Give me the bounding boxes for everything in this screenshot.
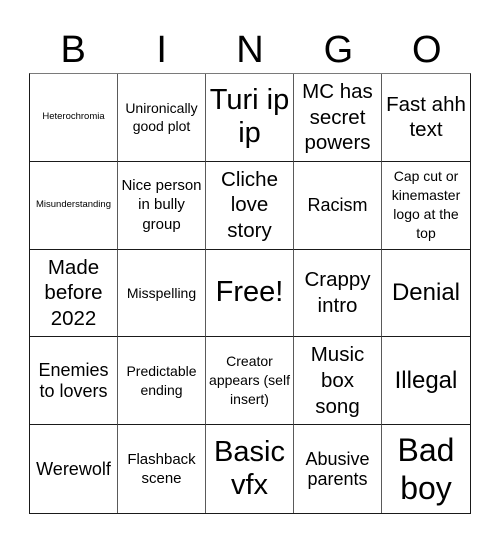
bingo-grid: Heterochromia Unironically good plot Tur… <box>29 73 471 514</box>
bingo-cell[interactable]: Creator appears (self insert) <box>206 337 294 426</box>
bingo-cell[interactable]: Racism <box>294 161 382 250</box>
bingo-cell[interactable]: Unironically good plot <box>118 74 206 162</box>
bingo-cell[interactable]: Abusive parents <box>294 425 382 513</box>
bingo-cell[interactable]: Flashback scene <box>118 425 206 513</box>
bingo-cell[interactable]: Misunderstanding <box>30 161 118 250</box>
bingo-cell[interactable]: Heterochromia <box>30 74 118 162</box>
bingo-cell[interactable]: Cliche love story <box>206 161 294 250</box>
bingo-cell[interactable]: Turi ip ip <box>206 74 294 162</box>
bingo-cell[interactable]: Music box song <box>294 337 382 426</box>
bingo-cell[interactable]: MC has secret powers <box>294 74 382 162</box>
bingo-cell[interactable]: Made before 2022 <box>30 249 118 338</box>
bingo-header: B I N G O <box>29 28 471 73</box>
header-letter-o: O <box>412 29 442 71</box>
header-letter-n: N <box>236 29 264 71</box>
bingo-cell[interactable]: Enemies to lovers <box>30 337 118 426</box>
header-letter-i: I <box>156 29 167 71</box>
bingo-cell[interactable]: Basic vfx <box>206 425 294 513</box>
free-space[interactable]: Free! <box>206 249 294 338</box>
bingo-cell[interactable]: Predictable ending <box>118 337 206 426</box>
bingo-cell[interactable]: Bad boy <box>382 425 470 513</box>
bingo-cell[interactable]: Nice person in bully group <box>118 161 206 250</box>
bingo-cell[interactable]: Fast ahh text <box>382 74 470 162</box>
bingo-cell[interactable]: Misspelling <box>118 249 206 338</box>
bingo-cell[interactable]: Crappy intro <box>294 249 382 338</box>
header-letter-b: B <box>60 29 86 71</box>
bingo-cell[interactable]: Cap cut or kinemaster logo at the top <box>382 162 470 250</box>
header-letter-g: G <box>323 29 354 71</box>
bingo-cell[interactable]: Werewolf <box>30 425 118 513</box>
bingo-cell[interactable]: Illegal <box>382 337 470 426</box>
bingo-cell[interactable]: Denial <box>382 250 470 338</box>
